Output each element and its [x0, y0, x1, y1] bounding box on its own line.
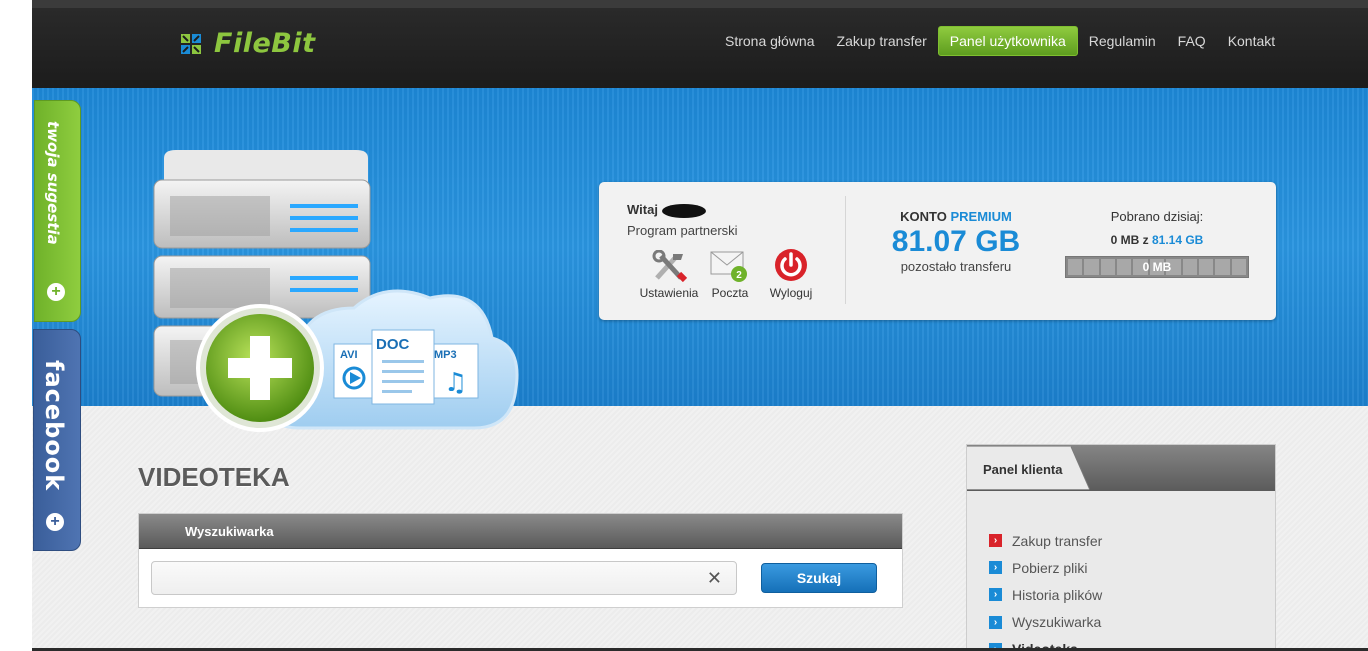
client-panel: Panel klienta › Zakup transfer › Pobierz pl…: [966, 444, 1276, 651]
mail-label: Poczta: [711, 286, 749, 300]
file-label-mp3: MP3: [434, 349, 457, 361]
search-panel: Wyszukiwarka ✕ Szukaj: [138, 513, 903, 608]
plus-icon: +: [47, 283, 65, 301]
power-icon: [775, 249, 807, 281]
logo[interactable]: FileBit: [180, 28, 316, 59]
clear-icon[interactable]: ✕: [707, 569, 722, 587]
panel-divider: [845, 196, 846, 304]
nav-item-5[interactable]: Kontakt: [1217, 27, 1286, 55]
transfer-remaining-label: pozostało transferu: [900, 259, 1012, 274]
file-label-avi: AVI: [340, 349, 358, 361]
account-type: KONTO PREMIUM: [900, 209, 1012, 224]
search-panel-title: Wyszukiwarka: [185, 524, 274, 539]
page: FileBit Strona główna Zakup transfer Panel…: [0, 0, 1368, 651]
file-mp3-icon: MP3 ♫: [431, 343, 479, 399]
nav-item-2[interactable]: Panel użytkownika: [937, 26, 1078, 56]
chevron-right-icon: ›: [989, 615, 1002, 629]
chevron-right-icon: ›: [989, 588, 1002, 602]
logout-label: Wyloguj: [769, 286, 813, 300]
top-border: [32, 0, 1368, 8]
nav-item-0[interactable]: Strona główna: [714, 27, 826, 55]
downloaded-today-value: 0 MB z 81.14 GB: [1110, 233, 1204, 247]
client-menu-item-label: Pobierz pliki: [1012, 559, 1088, 576]
logo-text: FileBit: [214, 28, 316, 59]
facebook-tab-label: facebook: [40, 360, 68, 492]
main-nav: Strona główna Zakup transfer Panel użytkow…: [714, 26, 1286, 56]
settings-button[interactable]: Ustawienia: [634, 248, 704, 300]
client-menu-item[interactable]: › Wyszukiwarka: [989, 609, 1102, 636]
partner-program-link[interactable]: Program partnerski: [627, 223, 738, 238]
account-panel: Witaj Program partnerski Ustawienia 2 Po…: [599, 182, 1276, 320]
chevron-right-icon: ›: [989, 534, 1002, 548]
client-menu: › Zakup transfer › Pobierz pliki › Historia p…: [989, 527, 1102, 651]
client-menu-item[interactable]: › Pobierz pliki: [989, 554, 1102, 581]
mail-icon: 2: [710, 251, 747, 282]
chevron-right-icon: ›: [989, 561, 1002, 575]
search-panel-header: Wyszukiwarka: [139, 514, 902, 549]
settings-label: Ustawienia: [639, 286, 699, 300]
download-progress-bar: 0 MB: [1065, 256, 1249, 278]
mail-button[interactable]: 2 Poczta: [695, 248, 765, 300]
file-label-doc: DOC: [376, 336, 410, 353]
transfer-remaining: 81.07 GB: [891, 225, 1021, 258]
downloaded-today-title: Pobrano dzisiaj:: [1110, 209, 1204, 224]
plus-circle-icon: [196, 304, 324, 432]
plus-icon: +: [46, 513, 64, 531]
progress-label: 0 MB: [1142, 260, 1172, 274]
suggestion-tab-label: twoja sugestia: [44, 121, 62, 245]
client-menu-item[interactable]: › Historia plików: [989, 581, 1102, 608]
search-button[interactable]: Szukaj: [761, 563, 877, 593]
nav-item-1[interactable]: Zakup transfer: [826, 27, 938, 55]
account-type-block: KONTO PREMIUM 81.07 GB pozostało transfe…: [861, 209, 1051, 274]
mail-badge: 2: [736, 270, 742, 281]
file-doc-icon: DOC: [371, 329, 435, 405]
redacted-username: [661, 203, 706, 218]
page-title: VIDEOTEKA: [138, 462, 290, 492]
search-field-wrapper: ✕: [151, 561, 737, 595]
search-input[interactable]: [162, 568, 692, 590]
facebook-tab[interactable]: facebook +: [33, 329, 81, 551]
client-menu-item-label: Wyszukiwarka: [1012, 614, 1102, 631]
downloaded-today-block: Pobrano dzisiaj: 0 MB z 81.14 GB 0 MB: [1057, 209, 1257, 278]
tools-icon: [652, 250, 687, 282]
header: FileBit Strona główna Zakup transfer Panel…: [32, 8, 1368, 88]
suggestion-tab[interactable]: twoja sugestia +: [34, 100, 81, 322]
svg-text:♫: ♫: [444, 368, 467, 398]
nav-item-4[interactable]: FAQ: [1167, 27, 1217, 55]
client-panel-title: Panel klienta: [983, 462, 1063, 477]
hero-illustration: AVI MP3 ♫ DOC: [153, 150, 519, 432]
logo-icon: [181, 33, 201, 54]
logout-button[interactable]: Wyloguj: [756, 248, 826, 300]
client-panel-header: Panel klienta: [967, 445, 1275, 491]
client-menu-item[interactable]: › Zakup transfer: [989, 527, 1102, 554]
client-menu-item-label: Zakup transfer: [1012, 532, 1103, 549]
client-menu-item-label: Historia plików: [1012, 586, 1103, 603]
greeting: Witaj: [627, 202, 706, 218]
nav-item-3[interactable]: Regulamin: [1078, 27, 1167, 55]
